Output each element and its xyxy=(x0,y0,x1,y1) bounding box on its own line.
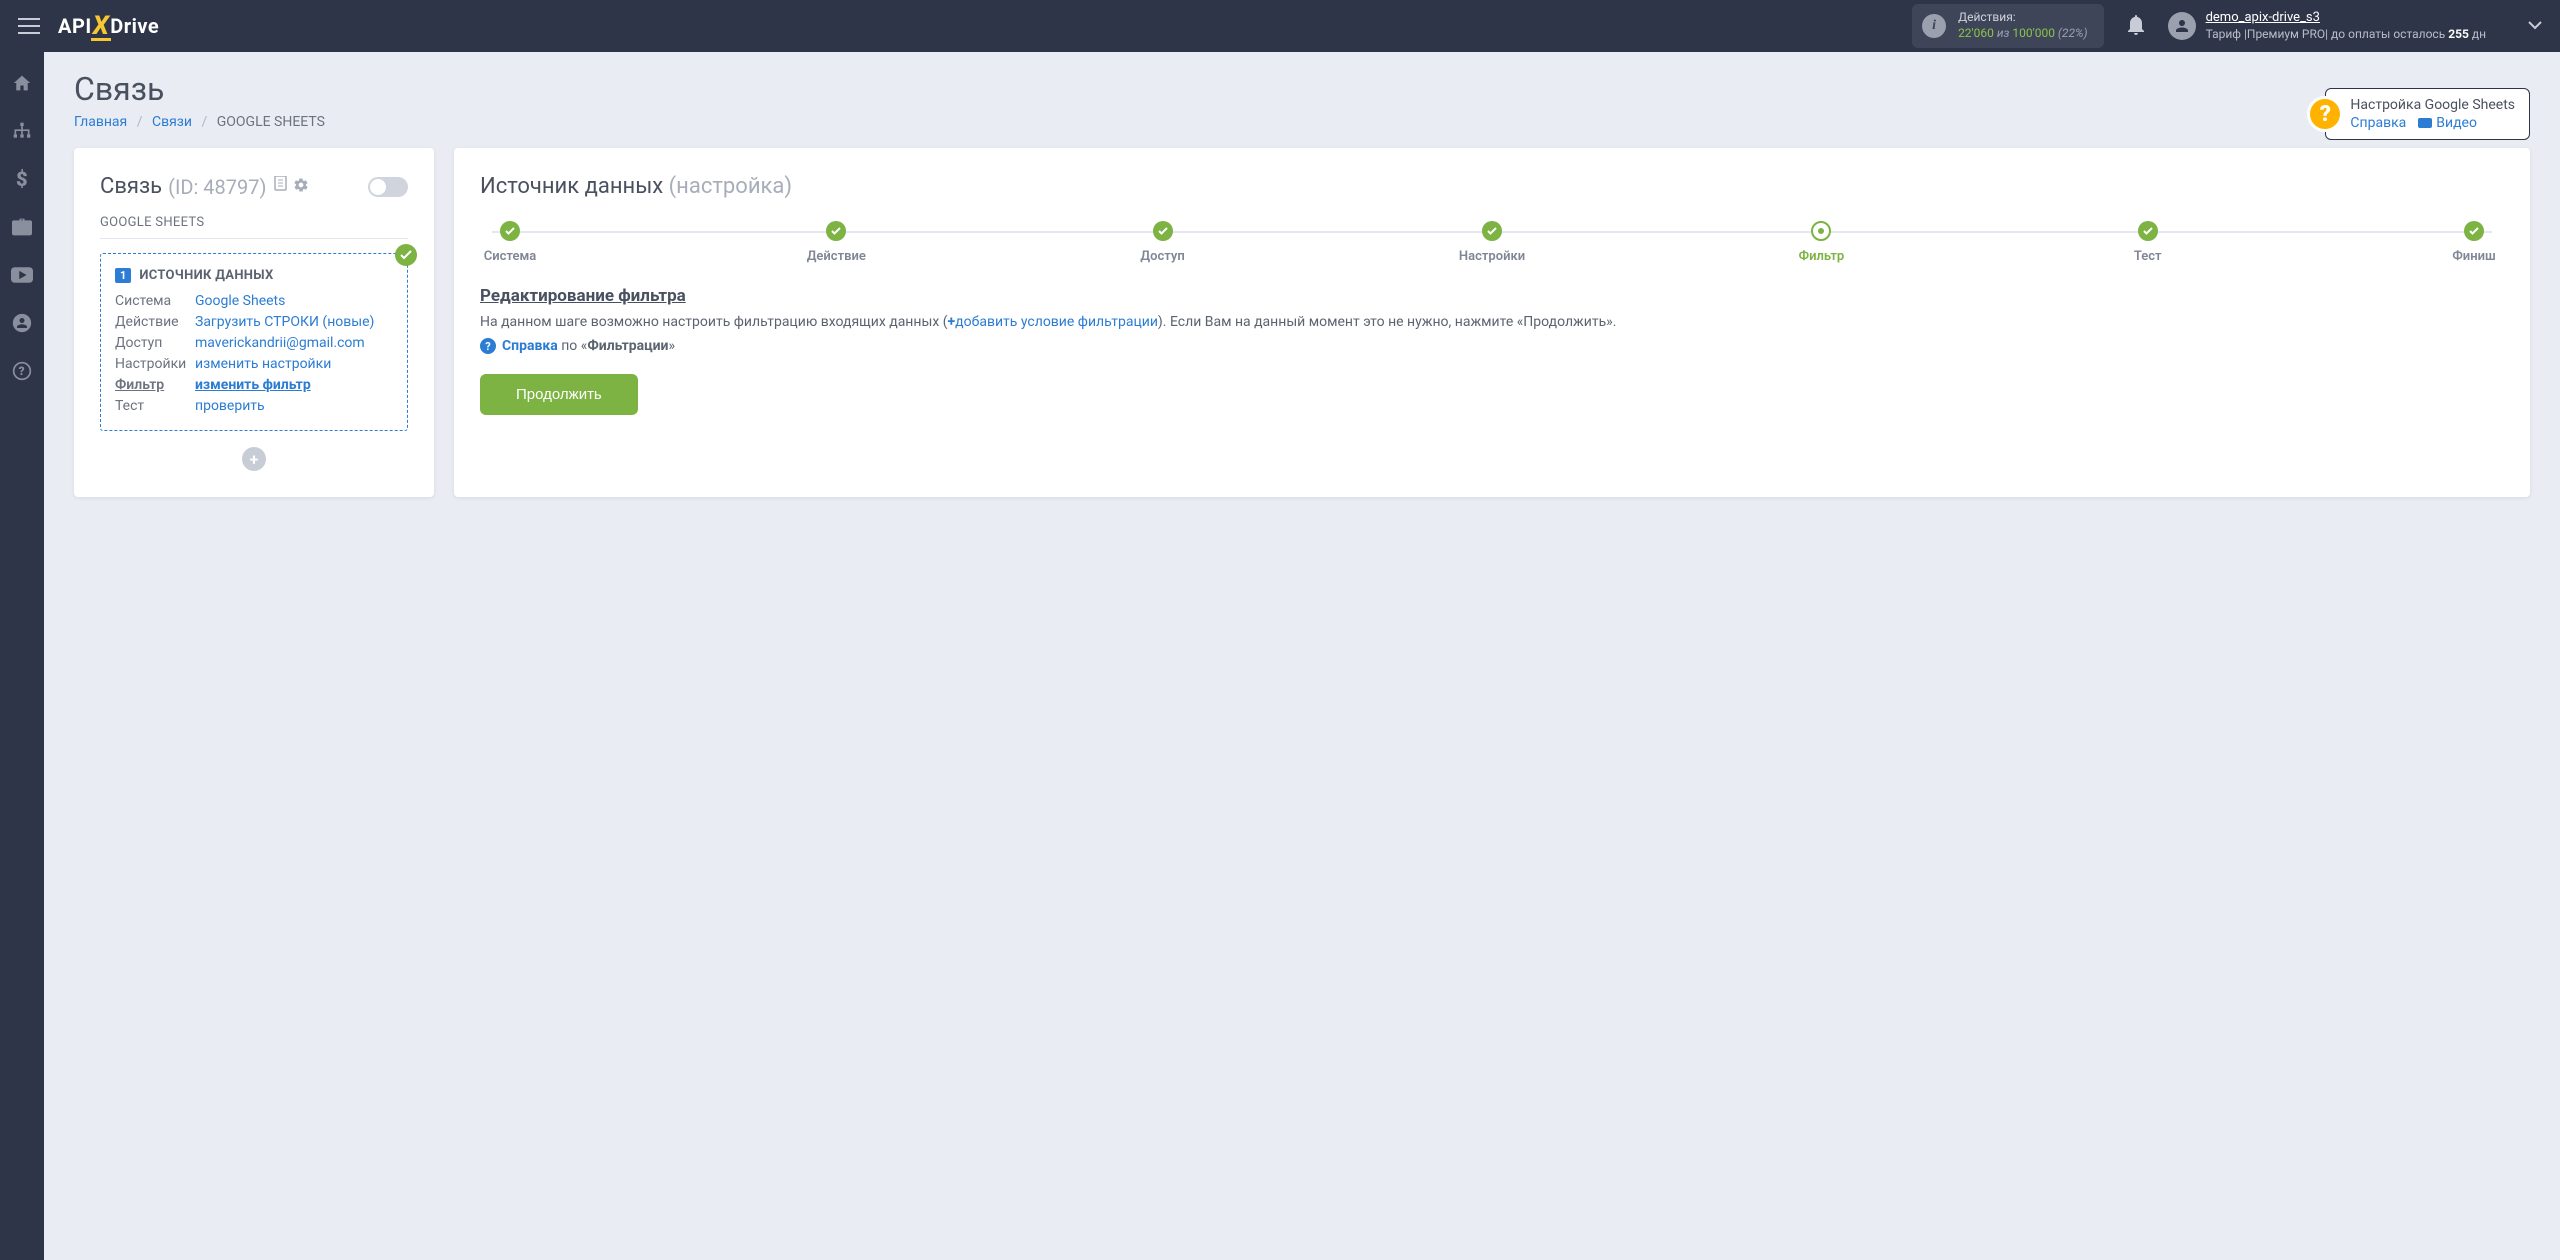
row-action-label: Действие xyxy=(115,314,195,330)
breadcrumb-links[interactable]: Связи xyxy=(152,114,192,130)
add-source-button[interactable]: + xyxy=(242,447,266,471)
sidebar-help-icon[interactable]: ? xyxy=(9,358,35,384)
video-icon xyxy=(2418,118,2432,128)
logo-text-pre: API xyxy=(58,14,92,38)
svg-text:$: $ xyxy=(16,169,28,189)
sidebar-links-icon[interactable] xyxy=(9,118,35,144)
step-access[interactable]: Доступ xyxy=(1133,221,1193,264)
breadcrumb-current: GOOGLE SHEETS xyxy=(217,114,325,130)
user-menu[interactable]: demo_apix-drive_s3 Тариф |Премиум PRO| д… xyxy=(2168,10,2486,42)
step-action[interactable]: Действие xyxy=(806,221,866,264)
add-filter-link[interactable]: +добавить условие фильтрации xyxy=(948,314,1158,330)
step-filter[interactable]: Фильтр xyxy=(1791,221,1851,264)
logo-text-post: Drive xyxy=(110,14,159,38)
step-test[interactable]: Тест xyxy=(2118,221,2178,264)
sidebar: $ ? xyxy=(0,52,44,1260)
chevron-down-icon[interactable] xyxy=(2528,18,2542,34)
row-access-label: Доступ xyxy=(115,335,195,351)
breadcrumb: Главная / Связи / GOOGLE SHEETS xyxy=(74,114,2530,130)
continue-button[interactable]: Продолжить xyxy=(480,374,638,415)
row-access-value[interactable]: maverickandrii@gmail.com xyxy=(195,335,393,351)
connection-toggle[interactable] xyxy=(368,177,408,197)
filter-description: На данном шаге возможно настроить фильтр… xyxy=(480,312,2504,332)
avatar-icon xyxy=(2168,12,2196,40)
breadcrumb-home[interactable]: Главная xyxy=(74,114,127,130)
main-content: Связь Главная / Связи / GOOGLE SHEETS Св… xyxy=(44,52,2560,1260)
actions-pct: (22%) xyxy=(2055,26,2088,40)
sidebar-account-icon[interactable] xyxy=(9,310,35,336)
row-settings-label: Настройки xyxy=(115,356,195,372)
actions-counter[interactable]: i Действия: 22'060 из 100'000 (22%) xyxy=(1912,4,2104,47)
help-widget: ? Настройка Google Sheets Справка Видео xyxy=(2307,88,2530,140)
user-tariff: Тариф |Премиум PRO| до оплаты осталось 2… xyxy=(2206,27,2486,43)
sidebar-youtube-icon[interactable] xyxy=(9,262,35,288)
connection-card: Связь (ID: 48797) GOOGLE SHEETS 1 ИСТОЧН… xyxy=(74,148,434,497)
source-title: ИСТОЧНИК ДАННЫХ xyxy=(139,268,273,283)
step-settings[interactable]: Настройки xyxy=(1459,221,1525,264)
row-test-value[interactable]: проверить xyxy=(195,398,393,414)
row-system-value[interactable]: Google Sheets xyxy=(195,293,393,309)
config-title: Источник данных (настройка) xyxy=(480,174,2504,199)
copy-icon[interactable] xyxy=(272,176,287,197)
help-line: ? Справка по «Фильтрации» xyxy=(480,338,2504,354)
help-line-link[interactable]: Справка по «Фильтрации» xyxy=(502,338,675,354)
logo[interactable]: API X Drive xyxy=(58,13,159,39)
actions-total: 100'000 xyxy=(2012,26,2055,40)
help-ref-link[interactable]: Справка xyxy=(2350,115,2406,131)
logo-x: X xyxy=(93,13,110,39)
actions-text: Действия: 22'060 из 100'000 (22%) xyxy=(1958,10,2088,41)
row-system-label: Система xyxy=(115,293,195,309)
notifications-icon[interactable] xyxy=(2126,13,2146,39)
actions-used: 22'060 xyxy=(1958,26,1994,40)
sidebar-briefcase-icon[interactable] xyxy=(9,214,35,240)
connection-title: Связь xyxy=(100,174,162,199)
check-icon xyxy=(395,244,417,266)
svg-text:?: ? xyxy=(19,364,25,378)
stepper: Система Действие Доступ Настройки Фильтр… xyxy=(480,221,2504,264)
row-filter-value[interactable]: изменить фильтр xyxy=(195,377,393,393)
help-video-link[interactable]: Видео xyxy=(2418,115,2477,131)
help-q-icon: ? xyxy=(480,338,496,354)
actions-label: Действия: xyxy=(1958,10,2088,26)
help-title: Настройка Google Sheets xyxy=(2350,97,2515,113)
sidebar-home-icon[interactable] xyxy=(9,70,35,96)
topbar: API X Drive i Действия: 22'060 из 100'00… xyxy=(0,0,2560,52)
user-text: demo_apix-drive_s3 Тариф |Премиум PRO| д… xyxy=(2206,10,2486,42)
row-settings-value[interactable]: изменить настройки xyxy=(195,356,393,372)
row-action-value[interactable]: Загрузить СТРОКИ (новые) xyxy=(195,314,393,330)
data-source-box: 1 ИСТОЧНИК ДАННЫХ Система Google Sheets … xyxy=(100,253,408,431)
connection-id: (ID: 48797) xyxy=(168,175,266,199)
step-system[interactable]: Система xyxy=(480,221,540,264)
filter-heading: Редактирование фильтра xyxy=(480,286,2504,306)
help-box: Настройка Google Sheets Справка Видео xyxy=(2325,88,2530,140)
page-title: Связь xyxy=(74,70,2530,108)
source-badge: 1 xyxy=(115,268,131,283)
user-name: demo_apix-drive_s3 xyxy=(2206,10,2486,27)
config-card: Источник данных (настройка) Система Дейс… xyxy=(454,148,2530,497)
menu-toggle[interactable] xyxy=(18,17,40,35)
row-test-label: Тест xyxy=(115,398,195,414)
connection-name: GOOGLE SHEETS xyxy=(100,215,408,239)
info-icon: i xyxy=(1922,14,1946,38)
sidebar-billing-icon[interactable]: $ xyxy=(9,166,35,192)
gear-icon[interactable] xyxy=(293,177,309,197)
actions-of: из xyxy=(1994,26,2013,40)
row-filter-label: Фильтр xyxy=(115,377,195,393)
step-finish[interactable]: Финиш xyxy=(2444,221,2504,264)
